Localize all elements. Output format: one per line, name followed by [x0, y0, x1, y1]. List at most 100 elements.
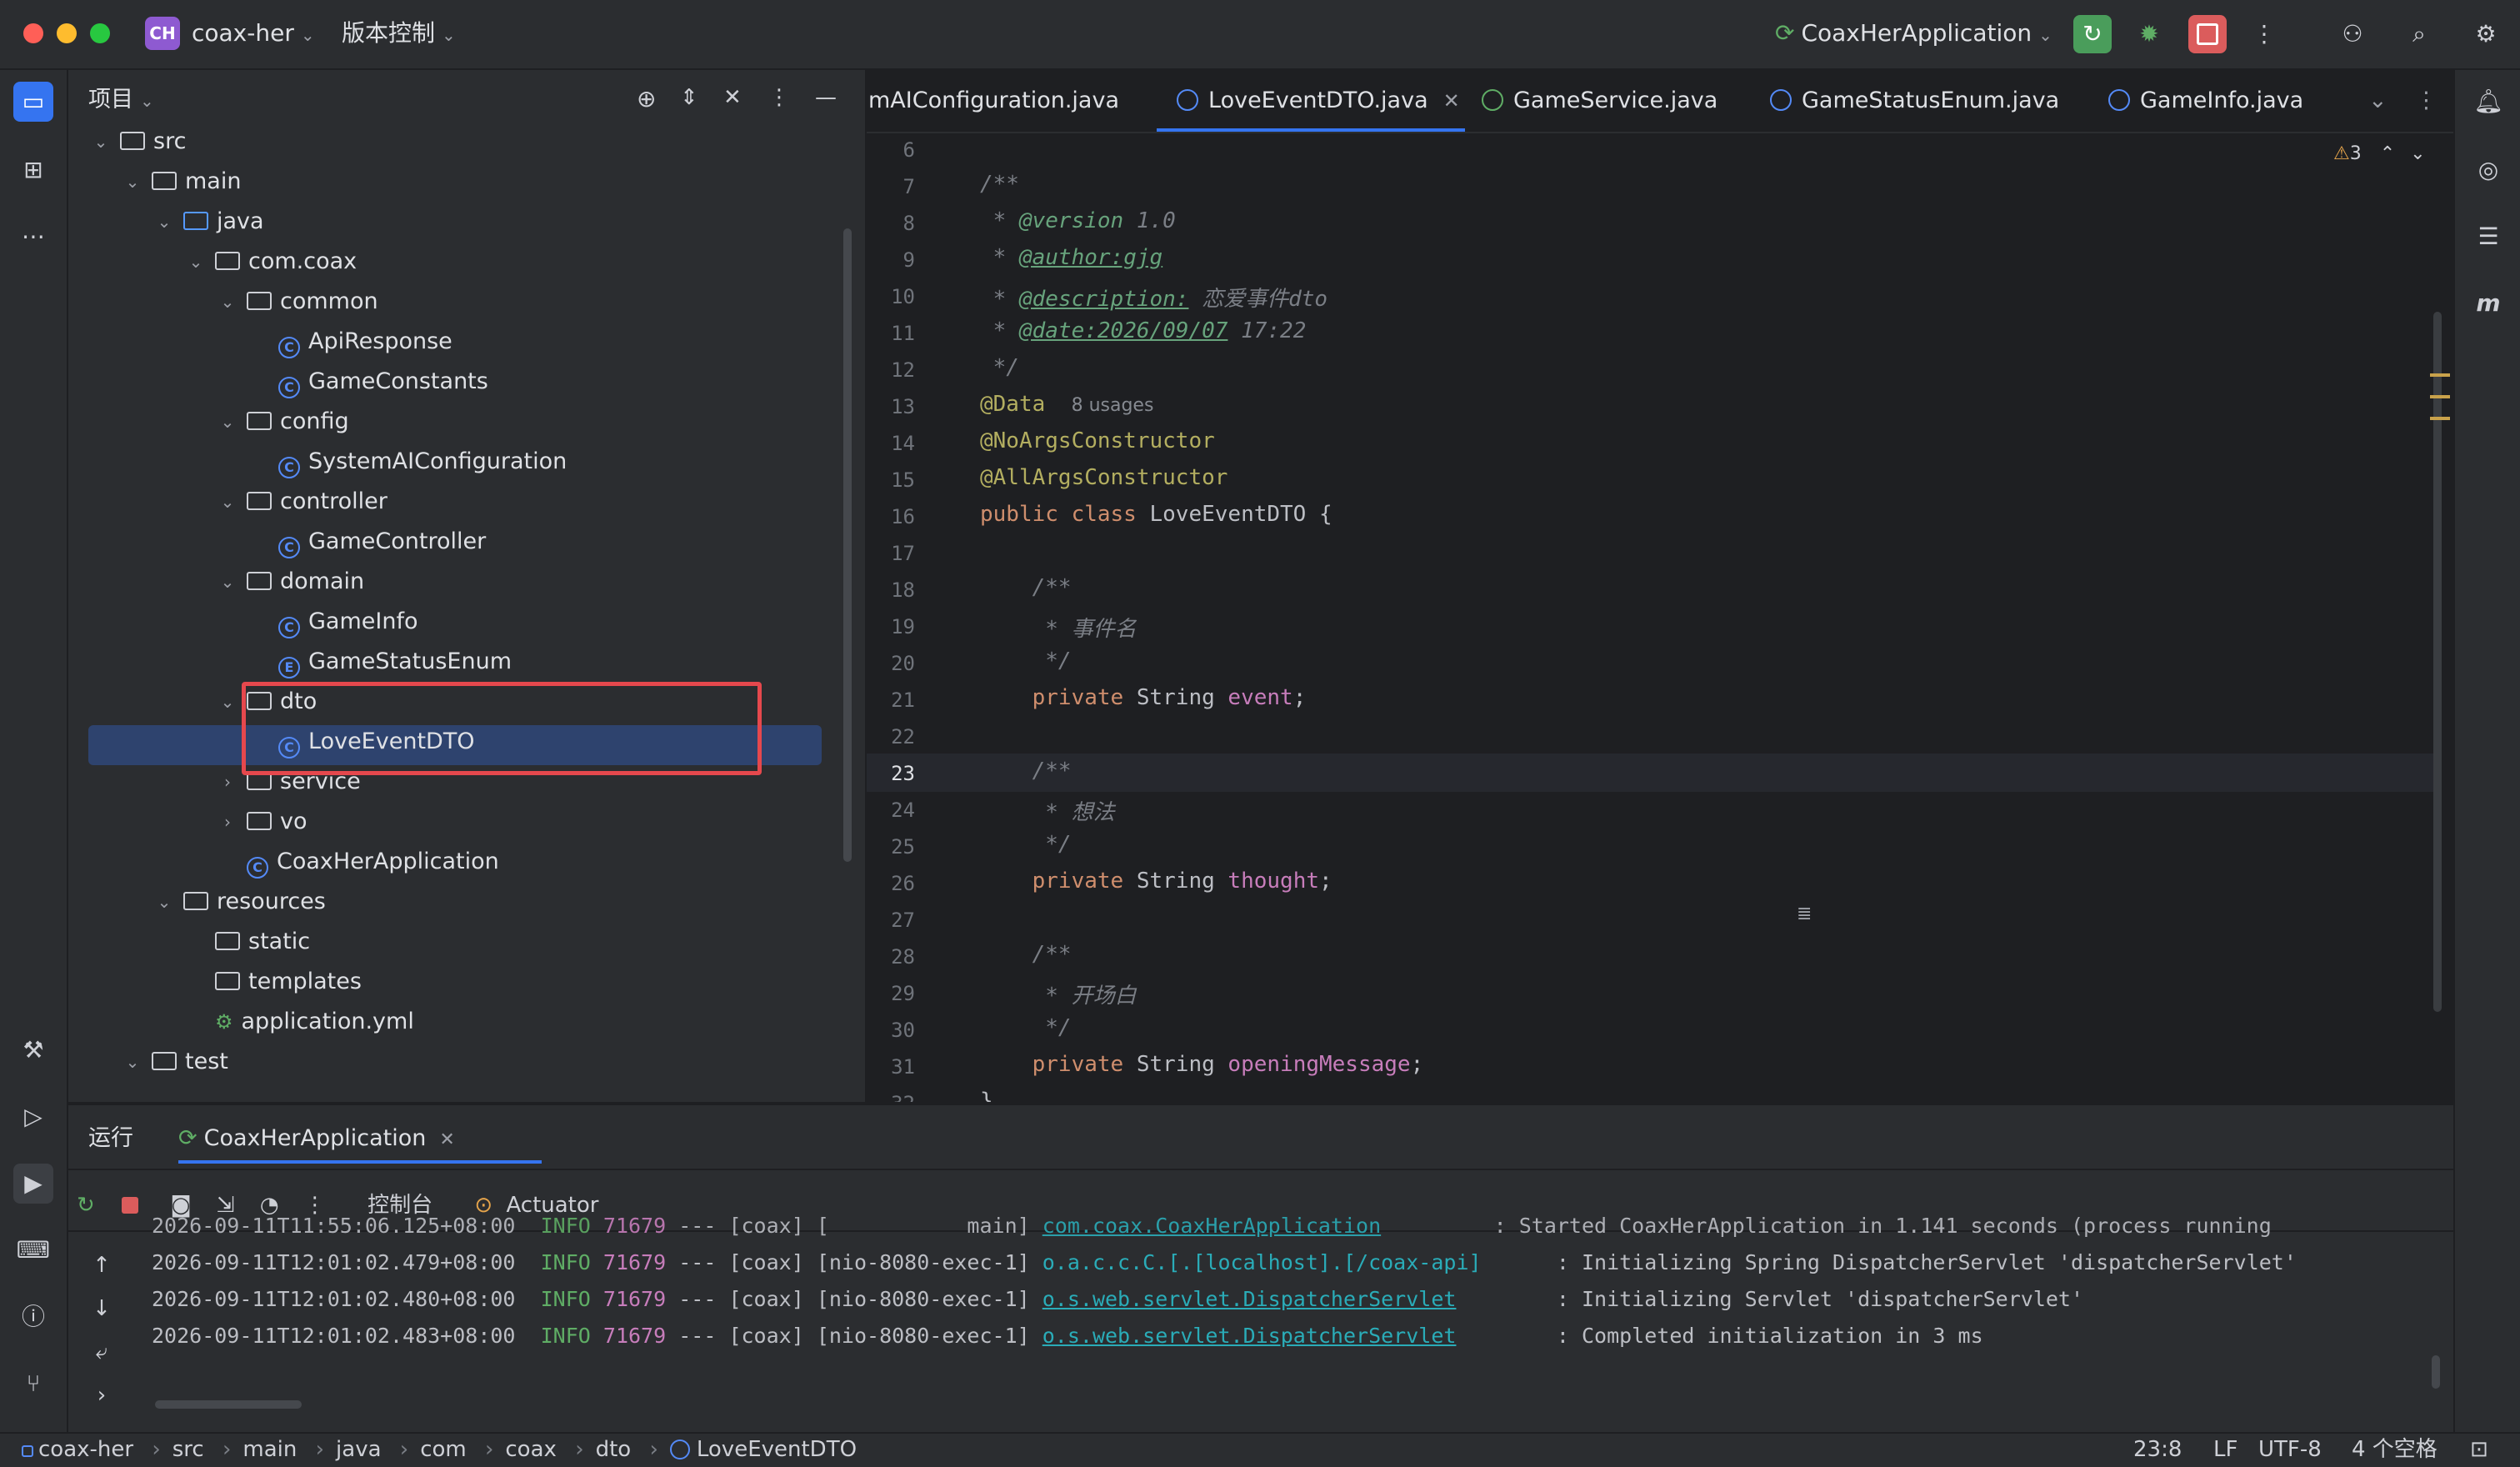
settings-icon[interactable]: ⚙	[2467, 15, 2505, 53]
tree-item-static[interactable]: static	[215, 922, 310, 962]
chevron-down-icon[interactable]: ⌄	[215, 562, 240, 602]
line-separator[interactable]: LF	[2213, 1434, 2238, 1465]
rerun-icon[interactable]: ↻	[2073, 15, 2112, 53]
tree-item-src[interactable]: ⌄ src	[94, 122, 187, 162]
tab-system-ai-configuration[interactable]: mAIConfiguration.java	[868, 70, 1119, 132]
lock-icon[interactable]: ⊡	[2470, 1434, 2488, 1465]
line-number[interactable]: 8	[867, 212, 915, 235]
expand-all-icon[interactable]: ⇕	[680, 85, 698, 110]
soft-wrap-icon[interactable]: ⤶	[85, 1330, 118, 1374]
breadcrumb-item[interactable]: dto	[596, 1437, 632, 1462]
more-icon[interactable]: ⋮	[2245, 15, 2283, 53]
breadcrumb-item[interactable]: src	[172, 1437, 204, 1462]
breadcrumb-item[interactable]: coax	[505, 1437, 557, 1462]
tree-item-gameinfo[interactable]: C GameInfo	[278, 602, 418, 642]
project-selector[interactable]: coax-her ⌄	[192, 17, 315, 52]
line-number[interactable]: 23	[867, 762, 915, 785]
chevron-down-icon[interactable]: ⌄	[215, 402, 240, 442]
tab-game-status-enum[interactable]: GameStatusEnum.java	[1770, 70, 2059, 132]
tree-item-config[interactable]: ⌄ config	[221, 402, 349, 442]
console-vscrollbar[interactable]	[2432, 1355, 2440, 1389]
maven-icon[interactable]: m	[2468, 283, 2508, 323]
tree-item-controller[interactable]: ⌄ controller	[221, 482, 388, 522]
project-badge[interactable]: CH	[145, 17, 180, 50]
console-hscrollbar[interactable]	[155, 1400, 302, 1409]
tree-item-gamestatusenum[interactable]: E GameStatusEnum	[278, 642, 512, 682]
scroll-up-icon[interactable]: ↑	[85, 1244, 118, 1287]
chevron-down-icon[interactable]: ⌄	[120, 1042, 145, 1082]
tab-game-info[interactable]: GameInfo.java	[2108, 70, 2303, 132]
tree-item-gameconstants[interactable]: C GameConstants	[278, 362, 488, 402]
breadcrumb-item[interactable]: LoveEventDTO	[697, 1437, 857, 1462]
hide-panel-icon[interactable]: —	[815, 85, 837, 110]
chevron-up-icon[interactable]: ⌃	[2380, 143, 2395, 164]
tabs-dropdown-icon[interactable]: ⌄	[2368, 70, 2388, 132]
chevron-right-icon[interactable]: ›	[215, 802, 240, 842]
indent-setting[interactable]: 4 个空格	[2352, 1434, 2438, 1465]
line-number[interactable]: 16	[867, 505, 915, 528]
line-number[interactable]: 7	[867, 175, 915, 198]
chevron-down-icon[interactable]: ⌄	[215, 482, 240, 522]
debug-icon[interactable]: ✹	[2130, 15, 2168, 53]
search-icon[interactable]: ⌕	[2400, 15, 2438, 53]
close-tab-icon[interactable]: ✕	[1443, 89, 1460, 113]
file-encoding[interactable]: UTF-8	[2258, 1434, 2322, 1465]
chevron-down-icon[interactable]: ⌄	[120, 162, 145, 202]
project-folder-icon[interactable]: ▭	[13, 82, 53, 122]
structure-icon[interactable]: ⊞	[13, 150, 53, 190]
tab-game-service[interactable]: GameService.java	[1482, 70, 1718, 132]
scroll-down-icon[interactable]: ↓	[85, 1287, 118, 1330]
run-tab-coaxher[interactable]: ⟳ CoaxHerApplication ✕	[178, 1120, 455, 1159]
maximize-window-button[interactable]	[90, 23, 110, 43]
chevron-down-icon[interactable]: ⌄	[215, 682, 240, 722]
expand-icon[interactable]: ›	[85, 1374, 118, 1417]
rerun-icon[interactable]: ↻	[77, 1193, 95, 1218]
warning-marker[interactable]	[2430, 395, 2450, 398]
tree-item-test[interactable]: ⌄ test	[126, 1042, 228, 1082]
line-number[interactable]: 15	[867, 468, 915, 492]
line-number[interactable]: 12	[867, 358, 915, 382]
line-number[interactable]: 17	[867, 542, 915, 565]
tree-item-coaxherapplication[interactable]: C CoaxHerApplication	[247, 842, 499, 882]
tree-item-templates[interactable]: templates	[215, 962, 362, 1002]
line-number[interactable]: 19	[867, 615, 915, 638]
line-number[interactable]: 6	[867, 138, 915, 162]
tree-item-com-coax[interactable]: ⌄ com.coax	[189, 242, 358, 282]
inspections-widget[interactable]: ⚠3 ⌃ ⌄	[2333, 143, 2426, 164]
line-number[interactable]: 20	[867, 652, 915, 675]
line-number[interactable]: 27	[867, 909, 915, 932]
chevron-down-icon[interactable]: ⌄	[152, 202, 177, 242]
close-window-button[interactable]	[23, 23, 43, 43]
notifications-icon[interactable]: 🔔︎	[2468, 82, 2508, 122]
database-icon[interactable]: ☰	[2468, 217, 2508, 257]
line-number[interactable]: 10	[867, 285, 915, 308]
line-number[interactable]: 31	[867, 1055, 915, 1079]
line-number[interactable]: 18	[867, 578, 915, 602]
line-number[interactable]: 30	[867, 1019, 915, 1042]
tree-item-application-yml[interactable]: ⚙ application.yml	[215, 1002, 414, 1042]
line-number[interactable]: 9	[867, 248, 915, 272]
tabs-more-icon[interactable]: ⋮	[2415, 70, 2438, 132]
minimize-window-button[interactable]	[57, 23, 77, 43]
gutter-doc-icon[interactable]: ≣	[1797, 904, 1812, 924]
chevron-down-icon[interactable]: ⌄	[215, 282, 240, 322]
tree-item-java[interactable]: ⌄ java	[158, 202, 264, 242]
line-number[interactable]: 13	[867, 395, 915, 418]
breadcrumb-item[interactable]: coax-her	[38, 1437, 133, 1462]
chevron-down-icon[interactable]: ⌄	[88, 122, 113, 162]
stop-button[interactable]	[2188, 15, 2227, 53]
tree-item-vo[interactable]: › vo	[224, 802, 308, 842]
chevron-right-icon[interactable]: ›	[215, 762, 240, 802]
tab-love-event-dto[interactable]: LoveEventDTO.java ✕	[1177, 70, 1460, 132]
line-number[interactable]: 29	[867, 982, 915, 1005]
tree-item-systemaiconfiguration[interactable]: C SystemAIConfiguration	[278, 442, 567, 482]
line-number[interactable]: 22	[867, 725, 915, 749]
run-tool-icon[interactable]: ▶	[13, 1164, 53, 1204]
breadcrumb-item[interactable]: main	[242, 1437, 297, 1462]
vcs-menu[interactable]: 版本控制 ⌄	[342, 17, 456, 52]
problems-icon[interactable]: ⓘ	[13, 1297, 53, 1337]
add-user-icon[interactable]: ⚇	[2333, 15, 2372, 53]
tree-item-main[interactable]: ⌄ main	[126, 162, 242, 202]
tree-item-gamecontroller[interactable]: C GameController	[278, 522, 486, 562]
warning-marker[interactable]	[2430, 373, 2450, 377]
